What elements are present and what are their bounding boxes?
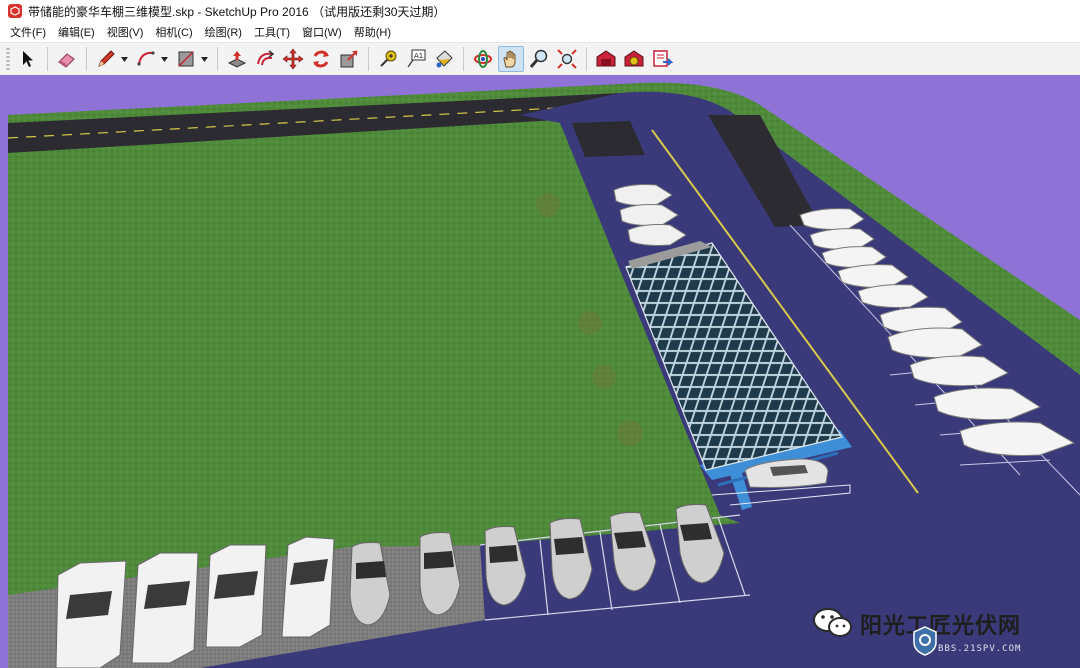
pan-tool-button[interactable] [498,46,524,72]
watermark-brand: 阳光工匠光伏网 [860,614,1022,639]
offset-tool-button[interactable] [252,46,278,72]
menu-window[interactable]: 窗口(W) [296,24,348,40]
warehouse-button[interactable] [593,46,619,72]
magnifier-icon [529,49,548,68]
orbit-tool-button[interactable] [470,46,496,72]
watermark: 阳光工匠光伏网 BBS.21SPV.COM [812,604,1074,662]
zoom-extents-icon [557,49,577,69]
pencil-icon [98,50,115,67]
toolbar-separator [368,47,369,71]
chevron-down-icon [201,56,208,62]
offset-icon [257,50,275,66]
move-tool-button[interactable] [280,46,306,72]
rectangle-icon [178,51,194,67]
eraser-icon [58,53,75,68]
title-bar: 带储能的豪华车棚三维模型.skp - SketchUp Pro 2016 （试用… [0,0,1080,22]
watermark-site: BBS.21SPV.COM [938,644,1022,654]
rotate-tool-button[interactable] [308,46,334,72]
eraser-tool-button[interactable] [54,46,80,72]
menu-view[interactable]: 视图(V) [101,24,150,40]
scale-tool-button[interactable] [336,46,362,72]
rotate-icon [313,50,329,68]
warehouse-icon [596,50,616,67]
window-title: 带储能的豪华车棚三维模型.skp - SketchUp Pro 2016 （试用… [28,4,446,19]
menu-edit[interactable]: 编辑(E) [52,24,101,40]
toolbar-separator [217,47,218,71]
select-tool-button[interactable] [15,46,41,72]
toolbar-separator [586,47,587,71]
tape-measure-tool-button[interactable] [375,46,401,72]
toolbar-separator [86,47,87,71]
chevron-down-icon [161,56,168,62]
text-tool-button[interactable]: A1 [403,46,429,72]
send-to-layout-button[interactable] [649,46,675,72]
paint-bucket-tool-button[interactable] [431,46,457,72]
orbit-icon [474,50,492,68]
tape-measure-icon [380,50,397,67]
extension-warehouse-button[interactable] [621,46,647,72]
scene-drawing [7,82,1080,668]
menu-tools[interactable]: 工具(T) [248,24,296,40]
menu-bar: 文件(F) 编辑(E) 视图(V) 相机(C) 绘图(R) 工具(T) 窗口(W… [0,22,1080,42]
menu-file[interactable]: 文件(F) [0,24,52,40]
menu-draw[interactable]: 绘图(R) [199,24,248,40]
model-viewport[interactable] [0,75,1080,668]
line-tool-button[interactable] [93,46,119,72]
wechat-icon [813,608,852,637]
layout-icon [653,50,673,67]
move-icon [282,48,304,70]
arc-icon [137,51,155,66]
zoom-extents-tool-button[interactable] [554,46,580,72]
shield-logo-icon [913,626,937,656]
toolbar-separator [47,47,48,71]
push-pull-icon [227,51,247,68]
svg-text:A1: A1 [414,52,423,60]
paint-bucket-icon [436,50,453,68]
menu-help[interactable]: 帮助(H) [348,24,397,40]
toolbar-separator [463,47,464,71]
scale-icon [340,50,358,68]
arrow-cursor-icon [23,51,33,67]
zoom-tool-button[interactable] [526,46,552,72]
rectangle-tool-button[interactable] [173,46,199,72]
toolbar: A1 [0,42,1080,76]
extension-warehouse-icon [624,50,644,67]
toolbar-grip[interactable] [6,48,10,70]
arc-tool-button[interactable] [133,46,159,72]
text-icon: A1 [407,49,426,68]
chevron-down-icon [121,56,128,62]
menu-camera[interactable]: 相机(C) [149,24,198,40]
line-tool-dropdown[interactable] [120,46,129,72]
push-pull-tool-button[interactable] [224,46,250,72]
rectangle-tool-dropdown[interactable] [200,46,209,72]
sketchup-app-icon [8,4,22,18]
hand-icon [503,50,516,68]
arc-tool-dropdown[interactable] [160,46,169,72]
